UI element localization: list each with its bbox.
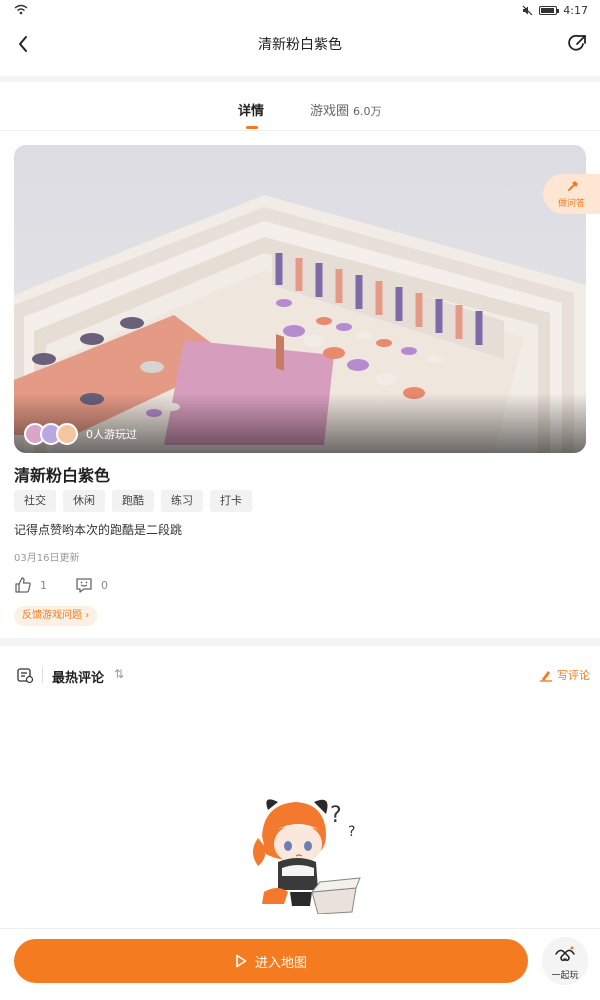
wifi-icon: [14, 4, 28, 15]
enter-map-button[interactable]: 进入地图: [14, 939, 528, 983]
tabs-divider: [0, 130, 600, 131]
svg-text:?: ?: [348, 824, 355, 840]
section-divider: [0, 638, 600, 646]
section-divider: [0, 76, 600, 82]
chevron-right-icon: ›: [85, 610, 90, 621]
comment-count: 0: [101, 578, 108, 592]
game-banner[interactable]: 0人游玩过: [14, 145, 586, 453]
handshake-icon: [555, 946, 575, 962]
comment-button[interactable]: 0: [75, 576, 108, 594]
write-comment-label: 写评论: [557, 669, 590, 682]
tag-casual[interactable]: 休闲: [63, 490, 105, 512]
played-count: 0人游玩过: [86, 428, 137, 441]
comments-title: 最热评论: [52, 671, 105, 686]
tag-parkour[interactable]: 跑酷: [112, 490, 154, 512]
like-count: 1: [40, 578, 47, 592]
sort-icon[interactable]: ⇅: [114, 667, 124, 681]
tab-detail[interactable]: 详情: [238, 100, 264, 119]
thumbs-up-icon: [15, 577, 31, 593]
avatar: [56, 423, 78, 445]
action-row: 1 0: [14, 576, 108, 594]
empty-state-mascot: ? ?: [253, 799, 361, 914]
tab-indicator: [246, 126, 258, 129]
write-comment-button[interactable]: 写评论: [539, 667, 590, 683]
player-avatars: 0人游玩过: [24, 423, 137, 445]
mute-icon: [522, 5, 533, 16]
comment-list-icon[interactable]: [16, 666, 34, 684]
tab-game-circle-count: 6.0万: [353, 105, 382, 118]
tag-checkin[interactable]: 打卡: [210, 490, 252, 512]
comment-icon: [76, 578, 92, 593]
game-title: 清新粉白紫色: [14, 466, 111, 485]
faq-button[interactable]: 做问答: [543, 174, 600, 214]
tag-list: 社交 休闲 跑酷 练习 打卡: [14, 490, 252, 512]
play-together-button[interactable]: 一起玩: [542, 937, 588, 985]
share-icon[interactable]: [566, 32, 588, 54]
feedback-button[interactable]: 反馈游戏问题 ›: [14, 606, 98, 626]
tab-game-circle-label: 游戏圈: [310, 104, 350, 119]
hammer-icon: [568, 181, 578, 191]
page-title: 清新粉白紫色: [258, 37, 342, 53]
pen-icon: [540, 671, 552, 682]
tag-social[interactable]: 社交: [14, 490, 56, 512]
update-date: 03月16日更新: [14, 553, 80, 564]
header: 清新粉白紫色: [0, 22, 600, 66]
page: 4:17 清新粉白紫色 详情 游戏圈 6.0万 0人游玩过 做问答 清新粉白紫色…: [0, 0, 600, 1000]
bottom-bar: 进入地图 一起玩: [0, 928, 600, 1000]
game-description: 记得点赞哟本次的跑酷是二段跳: [14, 523, 183, 537]
faq-label: 做问答: [557, 199, 585, 209]
battery-icon: [539, 6, 560, 15]
like-button[interactable]: 1: [14, 576, 47, 594]
play-together-label: 一起玩: [551, 971, 579, 981]
status-time: 4:17: [563, 4, 588, 17]
status-bar: 4:17: [0, 0, 600, 22]
tab-bar: 详情 游戏圈 6.0万: [0, 90, 600, 130]
enter-map-label: 进入地图: [254, 955, 307, 971]
svg-text:?: ?: [330, 803, 342, 828]
tab-game-circle[interactable]: 游戏圈 6.0万: [310, 100, 382, 119]
feedback-label: 反馈游戏问题: [22, 610, 82, 621]
header-separator: [42, 667, 43, 683]
play-icon: [236, 954, 247, 968]
tag-practice[interactable]: 练习: [161, 490, 203, 512]
comments-header: 最热评论 ⇅ 写评论: [0, 660, 600, 690]
